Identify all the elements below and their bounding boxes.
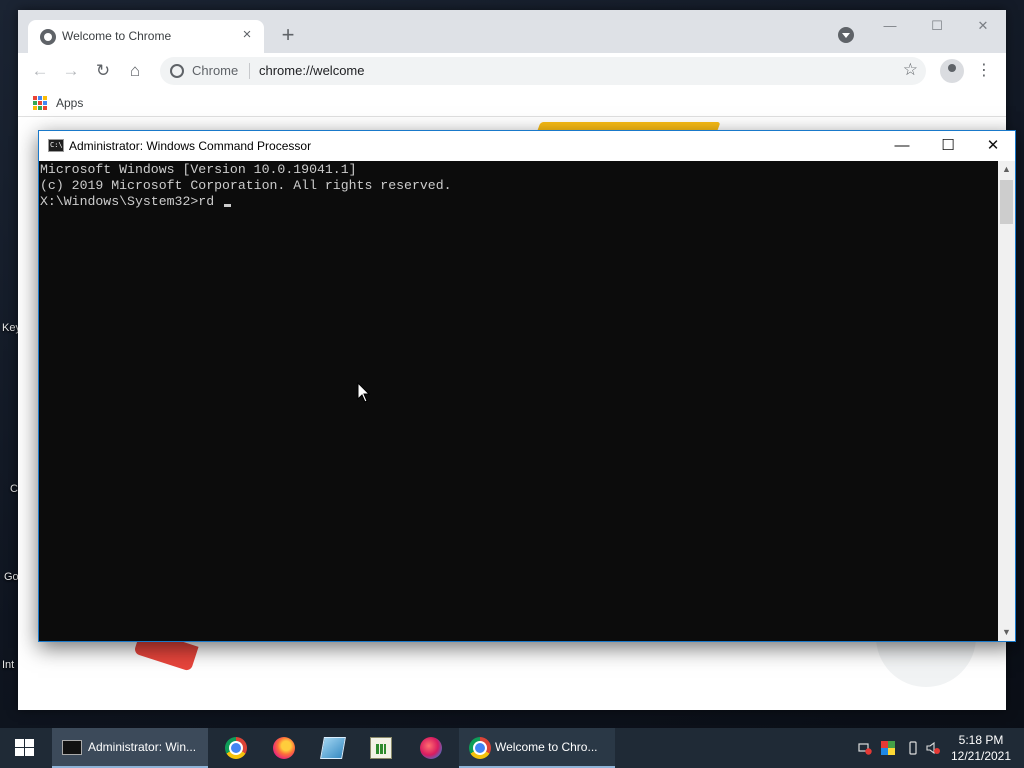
start-button[interactable] <box>0 728 48 768</box>
mouse-pointer-icon <box>357 382 371 403</box>
chrome-icon <box>225 737 247 759</box>
clock-time: 5:18 PM <box>958 733 1004 747</box>
chrome-menu-icon[interactable]: ⋮ <box>976 59 992 83</box>
system-tray <box>850 728 944 768</box>
tab-title: Welcome to Chrome <box>62 29 172 43</box>
taskbar: Administrator: Win... Welcome to Chro... <box>0 728 1024 768</box>
console-output[interactable]: Microsoft Windows [Version 10.0.19041.1]… <box>39 161 999 641</box>
reload-button[interactable]: ↻ <box>91 59 115 83</box>
command-prompt-window: C:\ Administrator: Windows Command Proce… <box>38 130 1016 642</box>
desktop-icon-label[interactable]: Int <box>2 659 14 671</box>
usb-device-icon[interactable] <box>906 741 920 755</box>
bookmarks-bar: Apps <box>18 89 1006 117</box>
taskbar-item-spreadsheet[interactable] <box>359 728 403 768</box>
tab-search-icon[interactable] <box>838 27 854 43</box>
cmd-close-button[interactable]: ✕ <box>970 131 1016 161</box>
taskbar-item-label: Welcome to Chro... <box>495 740 598 754</box>
browser-toolbar: ← → ↻ ⌂ Chrome chrome://welcome ☆ <box>18 53 1006 89</box>
close-button[interactable]: ✕ <box>961 12 1005 40</box>
address-bar[interactable]: Chrome chrome://welcome ☆ <box>160 57 926 85</box>
omnibox-divider <box>249 63 250 79</box>
taskbar-item-paint[interactable] <box>409 728 453 768</box>
cmd-app-icon: C:\ <box>48 139 64 152</box>
apps-grid-dot <box>38 96 42 100</box>
apps-bookmark[interactable]: Apps <box>56 96 83 110</box>
cmd-minimize-button[interactable]: — <box>879 131 925 161</box>
minimize-button[interactable]: — <box>868 12 912 40</box>
globe-icon <box>40 29 56 45</box>
display-color-icon[interactable] <box>881 741 895 755</box>
paint-icon <box>420 737 442 759</box>
windows-logo-icon <box>15 739 34 757</box>
text-cursor <box>224 204 232 207</box>
apps-grid-dot <box>33 96 37 100</box>
taskbar-item-firefox[interactable] <box>262 728 306 768</box>
prompt-text: X:\Windows\System32>rd <box>40 194 223 209</box>
system-clock[interactable]: 5:18 PM 12/21/2021 <box>944 732 1018 764</box>
maximize-button[interactable]: ☐ <box>915 12 959 40</box>
scroll-thumb[interactable] <box>1000 180 1013 224</box>
tab-close-icon[interactable]: × <box>238 26 256 44</box>
console-line: Microsoft Windows [Version 10.0.19041.1] <box>40 162 357 177</box>
taskbar-item-cmd[interactable]: Administrator: Win... <box>52 728 208 768</box>
taskbar-item-chrome[interactable] <box>214 728 258 768</box>
bookmark-star-icon[interactable]: ☆ <box>903 60 918 80</box>
apps-grid-dot <box>38 106 42 110</box>
home-button[interactable]: ⌂ <box>123 59 147 83</box>
scroll-down-icon[interactable]: ▼ <box>998 624 1015 641</box>
tab-welcome[interactable]: Welcome to Chrome × <box>28 20 264 53</box>
url-text[interactable]: chrome://welcome <box>259 63 364 78</box>
new-tab-button[interactable]: + <box>276 24 300 48</box>
spreadsheet-icon <box>370 737 392 759</box>
tab-strip: Welcome to Chrome × + — ☐ ✕ <box>18 10 1006 53</box>
apps-grid-dot <box>33 101 37 105</box>
origin-chip: Chrome <box>192 63 239 78</box>
taskbar-item-label: Administrator: Win... <box>88 740 197 754</box>
vertical-scrollbar[interactable]: ▲ ▼ <box>998 161 1015 641</box>
apps-grid-dot <box>43 96 47 100</box>
apps-grid-dot <box>43 101 47 105</box>
volume-muted-icon[interactable] <box>926 741 940 755</box>
firefox-icon <box>273 737 295 759</box>
chrome-icon <box>469 737 491 759</box>
desktop-icon-label[interactable]: Go <box>4 571 19 583</box>
console-prompt-line[interactable]: X:\Windows\System32>rd <box>40 194 998 210</box>
apps-grid-dot <box>33 106 37 110</box>
taskbar-item-notes[interactable] <box>311 728 355 768</box>
desktop-icon-label[interactable]: C <box>10 483 18 495</box>
console-line: (c) 2019 Microsoft Corporation. All righ… <box>40 178 452 193</box>
cmd-title-bar[interactable]: C:\ Administrator: Windows Command Proce… <box>39 131 1015 161</box>
cmd-maximize-button[interactable]: ☐ <box>925 131 971 161</box>
cmd-icon <box>62 740 82 755</box>
chrome-page-icon <box>170 64 184 78</box>
apps-grid-dot <box>38 101 42 105</box>
notes-icon <box>320 737 346 759</box>
forward-button[interactable]: → <box>59 59 83 83</box>
profile-avatar-icon[interactable] <box>940 59 964 83</box>
clock-date: 12/21/2021 <box>950 749 1012 763</box>
apps-grid-dot <box>43 106 47 110</box>
apps-grid-icon[interactable] <box>33 96 47 110</box>
network-disconnected-icon[interactable] <box>858 741 872 755</box>
cmd-window-title: Administrator: Windows Command Processor <box>69 139 312 153</box>
taskbar-item-chrome-window[interactable]: Welcome to Chro... <box>459 728 615 768</box>
back-button[interactable]: ← <box>28 59 52 83</box>
scroll-up-icon[interactable]: ▲ <box>998 161 1015 178</box>
